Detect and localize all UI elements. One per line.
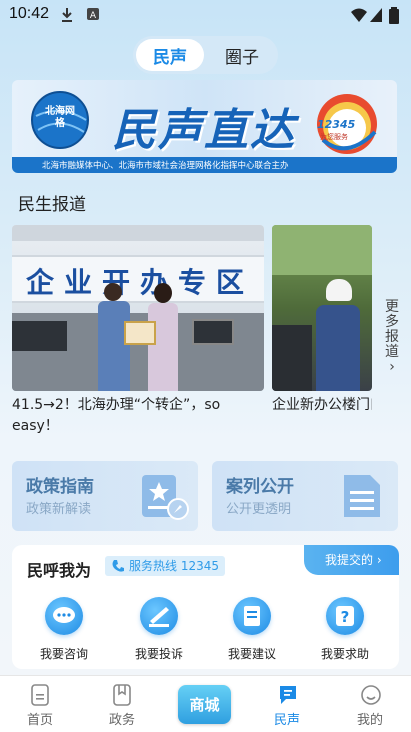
- svg-text:A: A: [90, 11, 97, 21]
- mall-button[interactable]: 商城: [178, 685, 231, 724]
- banner-title: 民声直达: [112, 105, 296, 156]
- phone-icon: [112, 560, 124, 572]
- news-caption: 企业新办公楼门口……“北海12345”: [272, 397, 372, 413]
- suggest-button[interactable]: 我要建议: [212, 597, 292, 662]
- tab-quanzi[interactable]: 圈子: [208, 39, 276, 71]
- hotline-badge[interactable]: 服务热线 12345: [105, 556, 225, 576]
- case-public-subtitle: 公开更透明: [226, 502, 292, 517]
- reports-section-title: 民生报道: [18, 195, 86, 215]
- wifi-icon: [351, 8, 367, 22]
- case-public-card[interactable]: 案列公开 公开更透明: [212, 461, 398, 531]
- banner[interactable]: 北海网格 民声直达 12345 为您服务 北海市融媒体中心、北海市市域社会治理网…: [12, 80, 397, 173]
- nav-mine-label: 我的: [356, 713, 383, 728]
- news-image: 企业开办专区: [12, 225, 264, 391]
- globe-label: 北海网格: [45, 106, 75, 129]
- more-reports-link[interactable]: 更多报道 ›: [382, 300, 402, 375]
- nav-minsheng[interactable]: 民声: [257, 676, 317, 732]
- my-submitted-button[interactable]: 我提交的 ›: [304, 545, 399, 575]
- more-reports-label: 更多报道: [385, 299, 399, 360]
- battery-icon: [389, 7, 399, 24]
- consult-button[interactable]: 我要咨询: [24, 597, 104, 662]
- news-image-sign: 企业开办专区: [26, 266, 255, 299]
- bookmark-icon: [113, 684, 131, 706]
- star-document-icon: [142, 475, 189, 520]
- smiley-icon: [361, 685, 381, 705]
- chat-icon: [45, 597, 83, 635]
- news-caption: 41.5→2！北海办理“个转企”，so easy！: [12, 397, 221, 434]
- suggest-label: 我要建议: [227, 647, 276, 661]
- nav-home-label: 首页: [26, 713, 53, 728]
- policy-guide-card[interactable]: 政策指南 政策新解读: [12, 461, 198, 531]
- tab-minsheng[interactable]: 民声: [136, 39, 204, 71]
- my-submitted-label: 我提交的: [325, 553, 374, 567]
- chevron-right-icon: ›: [376, 553, 382, 567]
- complaint-icon: [140, 597, 178, 635]
- hotline-text: 服务热线 12345: [129, 559, 219, 573]
- chevron-right-icon: ›: [389, 359, 395, 375]
- complaint-label: 我要投诉: [134, 647, 183, 661]
- chat-bubble-icon: [280, 686, 296, 704]
- segment-switch: 民声 圈子: [133, 36, 278, 74]
- news-image: [272, 225, 372, 391]
- app-a-icon: A: [87, 8, 99, 21]
- service-card: 民呼我为 服务热线 12345 我提交的 › 我要咨询 我要投诉 我要建议 ? …: [12, 545, 399, 669]
- policy-guide-subtitle: 政策新解读: [26, 502, 92, 517]
- suggest-icon: [233, 597, 271, 635]
- nav-minsheng-label: 民声: [273, 713, 300, 728]
- nav-government[interactable]: 政务: [92, 676, 152, 732]
- help-label: 我要求助: [320, 647, 369, 661]
- signal-icon: [370, 8, 382, 22]
- logo-subtitle: 为您服务: [320, 133, 348, 141]
- logo-number: 12345: [317, 118, 356, 131]
- nav-government-label: 政务: [108, 713, 135, 728]
- status-time: 10:42: [9, 5, 50, 22]
- service-title: 民呼我为: [27, 561, 92, 580]
- svg-text:?: ?: [341, 608, 350, 626]
- case-public-title: 案列公开: [226, 477, 294, 497]
- complaint-button[interactable]: 我要投诉: [119, 597, 199, 662]
- download-icon: [62, 8, 72, 22]
- nav-home[interactable]: 首页: [10, 676, 70, 732]
- banner-footer: 北海市融媒体中心、北海市市域社会治理网格化指挥中心联合主办: [12, 157, 397, 173]
- document-icon: [344, 475, 380, 517]
- consult-label: 我要咨询: [39, 647, 88, 661]
- help-icon: ?: [326, 597, 364, 635]
- status-bar: 10:42 A: [0, 0, 411, 30]
- policy-guide-title: 政策指南: [26, 477, 94, 497]
- nav-mine[interactable]: 我的: [340, 676, 400, 732]
- news-card[interactable]: 企业新办公楼门口……“北海12345”: [272, 225, 372, 416]
- home-doc-icon: [31, 684, 49, 706]
- help-button[interactable]: ? 我要求助: [305, 597, 385, 662]
- news-card[interactable]: 企业开办专区 41.5→2！北海办理“个转企”，so easy！: [12, 225, 264, 437]
